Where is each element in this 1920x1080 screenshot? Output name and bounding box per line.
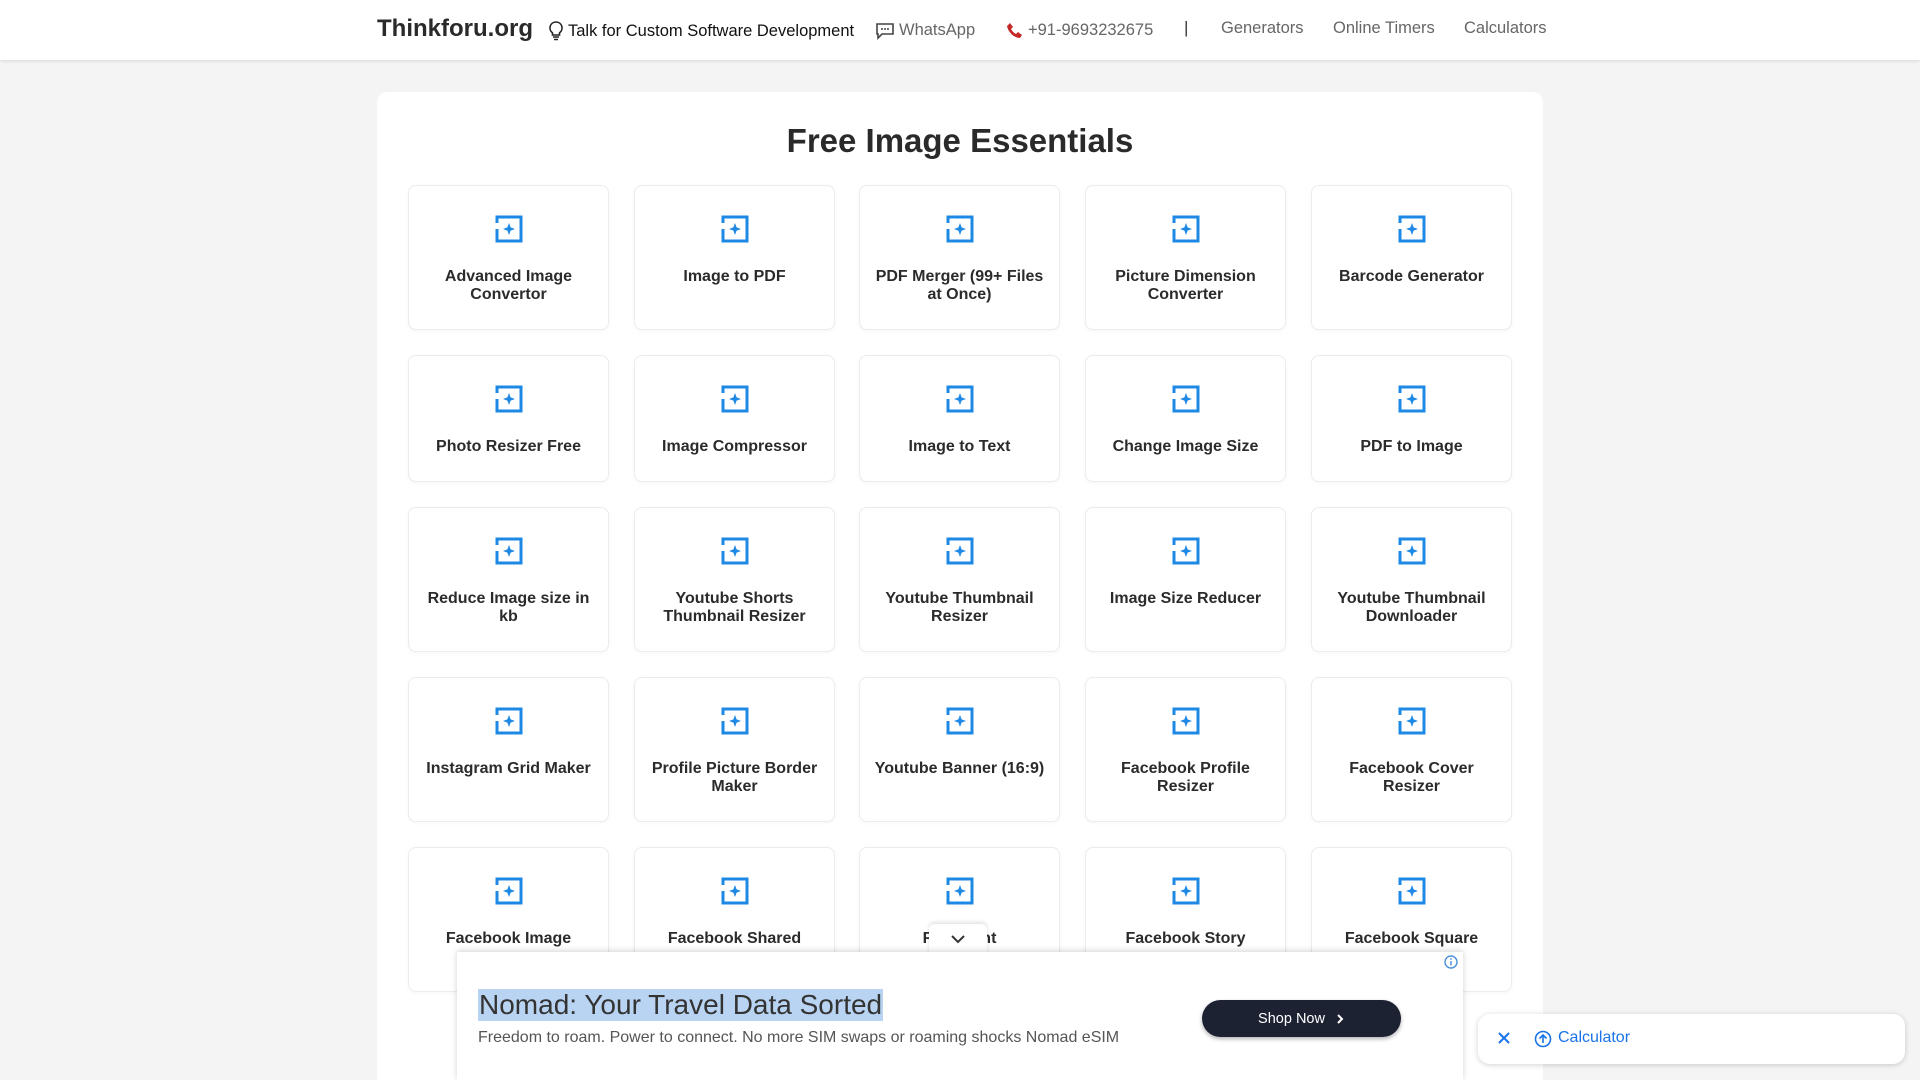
magic-image-icon [946, 215, 974, 243]
magic-image-icon [1398, 537, 1426, 565]
tool-card[interactable]: Image Size Reducer [1085, 507, 1286, 652]
magic-image-icon [1398, 707, 1426, 735]
nav-generators[interactable]: Generators [1221, 19, 1304, 38]
tool-card-label: Image Compressor [662, 438, 807, 455]
tool-card-label: Youtube Banner (16:9) [874, 760, 1045, 777]
tool-card[interactable]: Barcode Generator [1311, 185, 1512, 330]
tool-card[interactable]: Facebook Cover Resizer [1311, 677, 1512, 822]
magic-image-icon [946, 385, 974, 413]
tool-card[interactable]: Youtube Thumbnail Resizer [859, 507, 1060, 652]
arrow-up-circle-icon [1534, 1030, 1552, 1048]
ad-banner[interactable]: Nomad: Your Travel Data Sorted Freedom t… [457, 952, 1463, 1080]
tool-card[interactable]: Reduce Image size in kb [408, 507, 609, 652]
chat-icon [876, 22, 894, 40]
whatsapp-label: WhatsApp [899, 21, 976, 39]
magic-image-icon [495, 877, 523, 905]
tool-card-label: Youtube Shorts Thumbnail Resizer [663, 590, 806, 625]
shop-now-label: Shop Now [1258, 1010, 1325, 1027]
tool-card-label: Photo Resizer Free [436, 438, 581, 455]
close-icon[interactable] [1494, 1028, 1514, 1048]
calculator-widget[interactable]: Calculator [1478, 1014, 1905, 1064]
magic-image-icon [946, 707, 974, 735]
magic-image-icon [495, 215, 523, 243]
tool-card[interactable]: Youtube Shorts Thumbnail Resizer [634, 507, 835, 652]
magic-image-icon [721, 385, 749, 413]
magic-image-icon [721, 877, 749, 905]
whatsapp-link[interactable]: WhatsApp [875, 21, 975, 40]
tool-card-label: PDF to Image [1360, 438, 1463, 455]
tool-card-label: Reduce Image size in kb [427, 590, 590, 625]
tool-card-label: Facebook Square [1344, 930, 1479, 947]
tool-card-label: Image to PDF [683, 268, 786, 285]
magic-image-icon [1172, 877, 1200, 905]
tool-card-label: Instagram Grid Maker [426, 760, 591, 777]
tool-card[interactable]: Facebook Profile Resizer [1085, 677, 1286, 822]
magic-image-icon [1398, 877, 1426, 905]
tool-card-label: Change Image Size [1112, 438, 1259, 455]
phone-link[interactable]: +91-9693232675 [1006, 21, 1153, 40]
tool-card-label: Youtube Thumbnail Resizer [885, 590, 1034, 625]
tool-card[interactable]: Advanced Image Convertor [408, 185, 609, 330]
chevron-right-icon [1337, 1013, 1344, 1024]
calculator-label: Calculator [1558, 1029, 1631, 1046]
magic-image-icon [721, 707, 749, 735]
custom-dev-link[interactable]: Talk for Custom Software Development [548, 21, 854, 41]
magic-image-icon [721, 537, 749, 565]
magic-image-icon [1398, 215, 1426, 243]
tool-card[interactable]: Photo Resizer Free [408, 355, 609, 482]
tool-card[interactable]: Image Compressor [634, 355, 835, 482]
tool-card-label: Profile Picture Border Maker [651, 760, 818, 795]
magic-image-icon [1172, 707, 1200, 735]
tool-card-label: Facebook Cover Resizer [1349, 760, 1474, 795]
tool-card[interactable]: PDF Merger (99+ Files at Once) [859, 185, 1060, 330]
magic-image-icon [721, 215, 749, 243]
tool-card-label: Barcode Generator [1339, 268, 1484, 285]
chevron-down-icon [951, 935, 965, 944]
tool-card[interactable]: Picture Dimension Converter [1085, 185, 1286, 330]
tool-card[interactable]: Youtube Banner (16:9) [859, 677, 1060, 822]
tool-card[interactable]: PDF to Image [1311, 355, 1512, 482]
magic-image-icon [1172, 537, 1200, 565]
nav-separator: | [1184, 18, 1189, 37]
tool-card-label: Youtube Thumbnail Downloader [1337, 590, 1486, 625]
phone-icon [1007, 22, 1022, 38]
tool-card[interactable]: Change Image Size [1085, 355, 1286, 482]
tool-card-label: Image Size Reducer [1109, 590, 1262, 607]
ad-info-icon[interactable] [1444, 955, 1458, 969]
tool-card[interactable]: Profile Picture Border Maker [634, 677, 835, 822]
magic-image-icon [1398, 385, 1426, 413]
magic-image-icon [495, 537, 523, 565]
tool-card-label: Advanced Image Convertor [444, 268, 573, 303]
magic-image-icon [1172, 215, 1200, 243]
shop-now-button[interactable]: Shop Now [1202, 1000, 1401, 1037]
ad-title[interactable]: Nomad: Your Travel Data Sorted [478, 989, 884, 1021]
magic-image-icon [495, 385, 523, 413]
ad-subtitle: Freedom to roam. Power to connect. No mo… [478, 1029, 1120, 1046]
tool-card-label: Picture Dimension Converter [1115, 268, 1256, 303]
magic-image-icon [946, 537, 974, 565]
tool-card-label: Facebook Story [1125, 930, 1246, 947]
tool-card-label: Facebook Shared [667, 930, 802, 947]
custom-dev-label: Talk for Custom Software Development [568, 21, 855, 40]
tool-card-label: Image to Text [908, 438, 1011, 455]
nav-calculators[interactable]: Calculators [1464, 19, 1547, 38]
magic-image-icon [495, 707, 523, 735]
magic-image-icon [1172, 385, 1200, 413]
nav-online-timers[interactable]: Online Timers [1333, 19, 1435, 38]
site-logo[interactable]: Thinkforu.org [377, 15, 533, 43]
tool-card[interactable]: Instagram Grid Maker [408, 677, 609, 822]
tool-card-label: Facebook Image [445, 930, 572, 947]
page-title: Free Image Essentials [786, 122, 1134, 159]
magic-image-icon [946, 877, 974, 905]
lightbulb-icon [549, 21, 563, 41]
tool-card-label: Facebook Profile Resizer [1121, 760, 1250, 795]
tool-card[interactable]: Image to PDF [634, 185, 835, 330]
tool-card[interactable]: Image to Text [859, 355, 1060, 482]
tool-card[interactable]: Youtube Thumbnail Downloader [1311, 507, 1512, 652]
tool-card-label: PDF Merger (99+ Files at Once) [875, 268, 1044, 303]
ad-collapse-button[interactable] [929, 924, 987, 954]
top-nav-bar: Thinkforu.org Talk for Custom Software D… [0, 0, 1920, 60]
phone-number: +91-9693232675 [1028, 21, 1154, 39]
